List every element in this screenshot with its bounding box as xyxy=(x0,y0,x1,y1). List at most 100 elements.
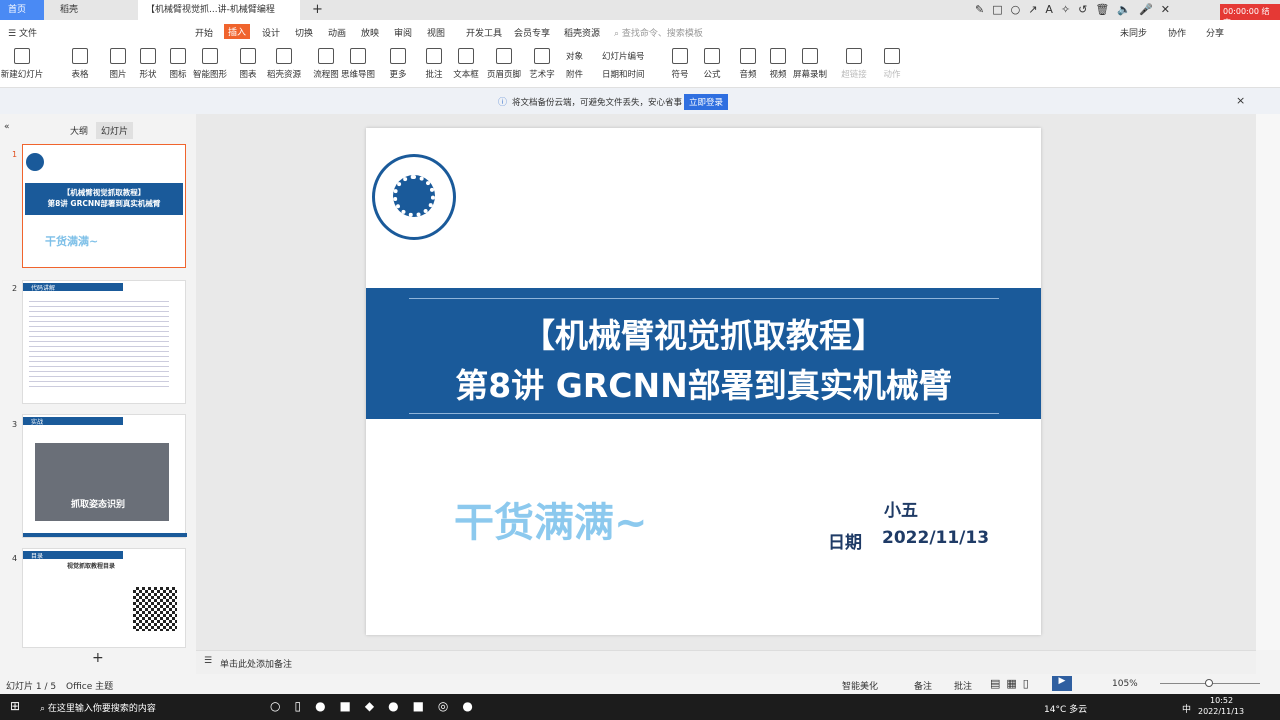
beautify-button[interactable]: 智能美化 xyxy=(842,679,878,692)
ribbon-small-0[interactable]: 对象 xyxy=(566,50,583,62)
ribbon-14-button[interactable]: 艺术字 xyxy=(520,48,564,80)
slide-thumb-1[interactable]: 【机械臂视觉抓取教程】 第8讲 GRCNN部署到真实机械臂 干货满满~ xyxy=(22,144,186,268)
slide-slogan: 干货满满~ xyxy=(454,500,648,546)
ribbon-19-button[interactable]: 屏幕录制 xyxy=(788,48,832,80)
thumb-number: 1 xyxy=(12,150,18,159)
ime-indicator[interactable]: 中 xyxy=(1182,702,1191,715)
ribbon-label: 公式 xyxy=(703,70,721,80)
zoom-level[interactable]: 105% xyxy=(1112,679,1138,689)
menu-file[interactable]: ☰ 文件 xyxy=(8,26,37,39)
thumb-number: 3 xyxy=(12,420,18,429)
menu-developer[interactable]: 开发工具 xyxy=(466,26,502,39)
thumb-number: 4 xyxy=(12,554,18,563)
tab-home[interactable]: 首页 xyxy=(0,0,44,20)
tab-docer[interactable]: 稻壳 xyxy=(52,0,132,20)
tab-document[interactable]: 【机械臂视觉抓...讲-机械臂编程 xyxy=(138,0,300,20)
info-icon: ⓘ xyxy=(498,98,508,108)
ribbon-label: 智能图形 xyxy=(192,70,227,80)
qr-code xyxy=(133,587,177,631)
ribbon-small-3[interactable]: 日期和时间 xyxy=(602,68,645,80)
notes-area[interactable]: ☰ 单击此处添加备注 xyxy=(196,650,1256,674)
ribbon-label: 图片 xyxy=(109,70,127,80)
add-slide-button[interactable]: + xyxy=(92,650,104,666)
ribbon-label: 文本框 xyxy=(453,70,479,80)
thumb-title: 实战 xyxy=(23,417,123,426)
slide-author: 小五 xyxy=(884,501,918,521)
collapse-icon[interactable]: « xyxy=(4,122,10,132)
ribbon-7-button[interactable]: 稻壳资源 xyxy=(262,48,306,80)
ribbon-icon xyxy=(534,48,550,64)
command-search[interactable]: ⌕ 查找命令、搜索模板 xyxy=(614,26,703,39)
menu-docer-resources[interactable]: 稻壳资源 xyxy=(564,26,600,39)
ribbon-9-button[interactable]: 思维导图 xyxy=(336,48,380,80)
ribbon-label: 符号 xyxy=(671,70,689,80)
ribbon-label: 图表 xyxy=(239,70,257,80)
new-tab-button[interactable]: + xyxy=(304,0,331,20)
play-button[interactable]: ▶ xyxy=(1052,676,1072,691)
ribbon-label: 超链接 xyxy=(841,70,867,80)
ribbon-icon xyxy=(740,48,756,64)
theme-name: Office 主题 xyxy=(66,682,114,692)
slide-1[interactable]: 【机械臂视觉抓取教程】 第8讲 GRCNN部署到真实机械臂 干货满满~ 小五 日… xyxy=(366,128,1041,635)
clock-date[interactable]: 2022/11/13 xyxy=(1198,707,1244,716)
ribbon-21-button[interactable]: 动作 xyxy=(870,48,914,80)
ribbon-label: 视频 xyxy=(769,70,787,80)
menu-member[interactable]: 会员专享 xyxy=(514,26,550,39)
ribbon-icon xyxy=(72,48,88,64)
ribbon-label: 音频 xyxy=(739,70,757,80)
ribbon-icon xyxy=(318,48,334,64)
taskbar-apps[interactable]: ○▯●■◆●■◎● xyxy=(270,699,487,713)
ribbon-icon xyxy=(350,48,366,64)
ribbon-icon xyxy=(240,48,256,64)
status-bar: 幻灯片 1 / 5 Office 主题 智能美化 备注 批注 ▤▦▯ ▶ 105… xyxy=(0,674,1280,694)
collab-button[interactable]: 协作 xyxy=(1168,26,1186,39)
menu-design[interactable]: 设计 xyxy=(262,26,280,39)
ribbon-label: 形状 xyxy=(139,70,157,80)
menu-transition[interactable]: 切换 xyxy=(295,26,313,39)
tab-slides[interactable]: 幻灯片 xyxy=(96,122,134,139)
view-mode-icons[interactable]: ▤▦▯ xyxy=(990,677,1035,690)
slide-title-line1: 【机械臂视觉抓取教程】 xyxy=(522,316,885,355)
annotation-tools[interactable]: ✎□○↗A✧↺🗑🔈🎤✕ xyxy=(975,3,1178,16)
menu-insert[interactable]: 插入 xyxy=(224,24,251,39)
ribbon-icon xyxy=(14,48,30,64)
sync-status[interactable]: 未同步 xyxy=(1120,26,1147,39)
ribbon-icon xyxy=(802,48,818,64)
taskbar-search[interactable]: ⌕ 在这里输入你要搜索的内容 xyxy=(40,701,156,714)
ribbon-label: 动作 xyxy=(883,70,901,80)
menu-view[interactable]: 视图 xyxy=(427,26,445,39)
weather[interactable]: 14°C 多云 xyxy=(1044,702,1087,715)
university-logo xyxy=(372,154,456,240)
slide-thumb-2[interactable]: 代码讲解 xyxy=(22,280,186,404)
ribbon-icon xyxy=(390,48,406,64)
ribbon-small-2[interactable]: 幻灯片编号 xyxy=(602,50,645,62)
menu-bar: ☰ 文件 开始 插入 设计 切换 动画 放映 审阅 视图 开发工具 会员专享 稻… xyxy=(0,20,1280,44)
ribbon-icon xyxy=(110,48,126,64)
clock-time[interactable]: 10:52 xyxy=(1210,696,1233,705)
menu-review[interactable]: 审阅 xyxy=(394,26,412,39)
menu-slideshow[interactable]: 放映 xyxy=(361,26,379,39)
ribbon-0-button[interactable]: 新建幻灯片 xyxy=(0,48,44,80)
notes-toggle[interactable]: 备注 xyxy=(914,679,932,692)
ribbon-label: 图标 xyxy=(169,70,187,80)
comment-toggle[interactable]: 批注 xyxy=(954,679,972,692)
slide-thumb-4[interactable]: 目录 视觉抓取教程目录 xyxy=(22,548,186,648)
close-icon[interactable]: × xyxy=(1236,94,1245,107)
zoom-slider-thumb[interactable] xyxy=(1205,679,1213,687)
slide-thumb-3[interactable]: 实战 抓取姿态识别 xyxy=(22,414,187,538)
thumb-title1: 【机械臂视觉抓取教程】 xyxy=(62,188,146,197)
tab-outline[interactable]: 大纲 xyxy=(70,124,88,137)
notes-icon: ☰ xyxy=(204,656,213,666)
ribbon-icon xyxy=(140,48,156,64)
ribbon-label: 艺术字 xyxy=(529,70,555,80)
login-button[interactable]: 立即登录 xyxy=(684,94,729,110)
tab-bar: 首页 稻壳 【机械臂视觉抓...讲-机械臂编程 + ✎□○↗A✧↺🗑🔈🎤✕ 00… xyxy=(0,0,1280,30)
notes-placeholder: 单击此处添加备注 xyxy=(220,660,293,670)
share-button[interactable]: 分享 xyxy=(1206,26,1224,39)
ribbon-small-1[interactable]: 附件 xyxy=(566,68,583,80)
menu-home[interactable]: 开始 xyxy=(195,26,213,39)
windows-start-icon[interactable]: ⊞ xyxy=(10,699,20,713)
ribbon-label: 新建幻灯片 xyxy=(0,70,44,80)
menu-animation[interactable]: 动画 xyxy=(328,26,346,39)
right-toolbar xyxy=(1256,114,1280,650)
